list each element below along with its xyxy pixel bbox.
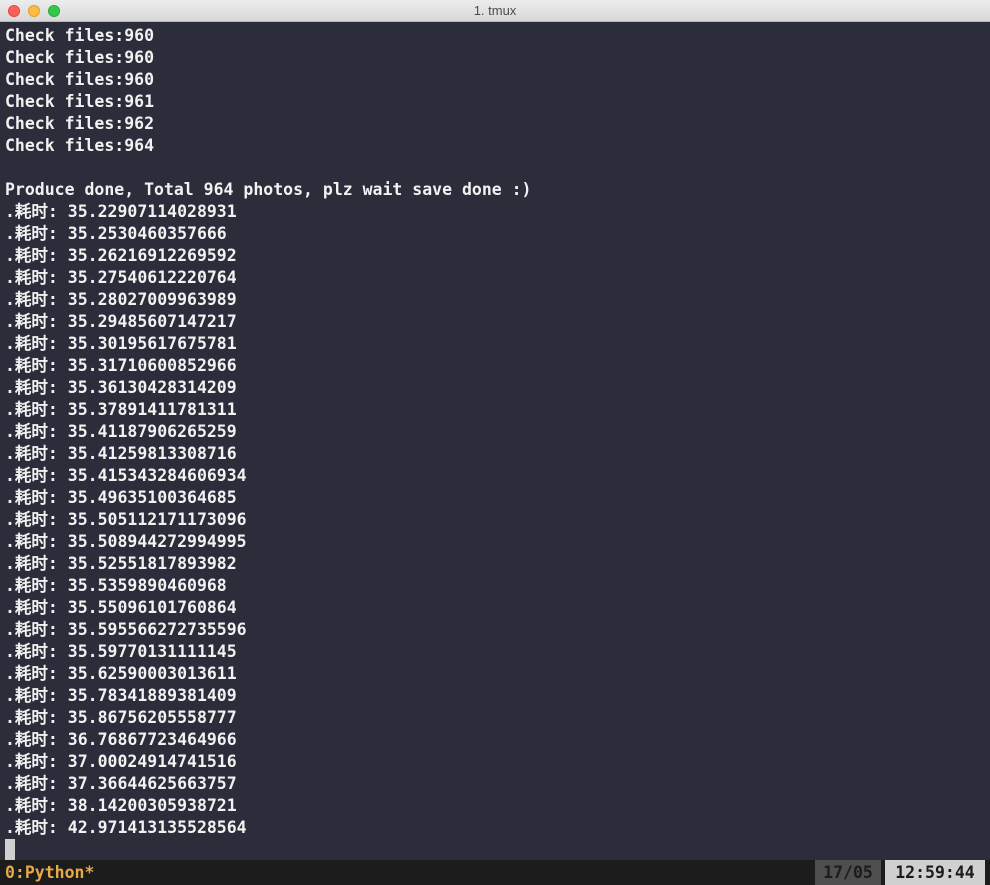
terminal-line: .耗时: 42.971413135528564 [5, 818, 247, 837]
terminal-line: .耗时: 35.78341889381409 [5, 686, 237, 705]
status-date: 17/05 [815, 860, 881, 885]
terminal-cursor [5, 839, 15, 860]
terminal-line: .耗时: 35.29485607147217 [5, 312, 237, 331]
status-time: 12:59:44 [885, 860, 985, 885]
terminal-line: .耗时: 35.28027009963989 [5, 290, 237, 309]
terminal-output[interactable]: Check files:960 Check files:960 Check file… [0, 22, 990, 860]
title-bar[interactable]: 1. tmux [0, 0, 990, 22]
prompt-line[interactable] [5, 839, 990, 861]
terminal-line: .耗时: 35.49635100364685 [5, 488, 237, 507]
terminal-line: .耗时: 35.55096101760864 [5, 598, 237, 617]
terminal-line: .耗时: 35.62590003013611 [5, 664, 237, 683]
terminal-line: .耗时: 35.30195617675781 [5, 334, 237, 353]
terminal-line: .耗时: 35.36130428314209 [5, 378, 237, 397]
terminal-line: .耗时: 35.86756205558777 [5, 708, 237, 727]
terminal-line: Check files:960 [5, 26, 155, 45]
terminal-line: .耗时: 36.76867723464966 [5, 730, 237, 749]
terminal-window: 1. tmux Check files:960 Check files:960 Ch… [0, 0, 990, 885]
terminal-line: Produce done, Total 964 photos, plz wait… [5, 180, 532, 199]
terminal-line: .耗时: 35.2530460357666 [5, 224, 227, 243]
terminal-line: .耗时: 35.595566272735596 [5, 620, 247, 639]
terminal-line: Check files:964 [5, 136, 155, 155]
terminal-line: .耗时: 37.00024914741516 [5, 752, 237, 771]
terminal-line: .耗时: 35.505112171173096 [5, 510, 247, 529]
terminal-line: .耗时: 35.31710600852966 [5, 356, 237, 375]
terminal-line: .耗时: 35.52551817893982 [5, 554, 237, 573]
terminal-line: Check files:960 [5, 48, 155, 67]
terminal-line: .耗时: 35.59770131111145 [5, 642, 237, 661]
terminal-line: .耗时: 35.415343284606934 [5, 466, 247, 485]
terminal-line: .耗时: 35.26216912269592 [5, 246, 237, 265]
terminal-line: .耗时: 37.36644625663757 [5, 774, 237, 793]
terminal-line: .耗时: 35.41187906265259 [5, 422, 237, 441]
terminal-line: Check files:962 [5, 114, 155, 133]
terminal-line: .耗时: 35.37891411781311 [5, 400, 237, 419]
terminal-line: .耗时: 35.508944272994995 [5, 532, 247, 551]
terminal-line: .耗时: 35.27540612220764 [5, 268, 237, 287]
terminal-line: .耗时: 35.41259813308716 [5, 444, 237, 463]
terminal-line: .耗时: 35.22907114028931 [5, 202, 237, 221]
terminal-line: Check files:961 [5, 92, 155, 111]
terminal-line: .耗时: 35.5359890460968 [5, 576, 227, 595]
tmux-window-tab[interactable]: 0:Python* [5, 860, 94, 885]
window-title: 1. tmux [473, 3, 517, 18]
tmux-status-bar: 0:Python* 17/05 12:59:44 [0, 860, 990, 885]
terminal-line: Check files:960 [5, 70, 155, 89]
terminal-line: .耗时: 38.14200305938721 [5, 796, 237, 815]
